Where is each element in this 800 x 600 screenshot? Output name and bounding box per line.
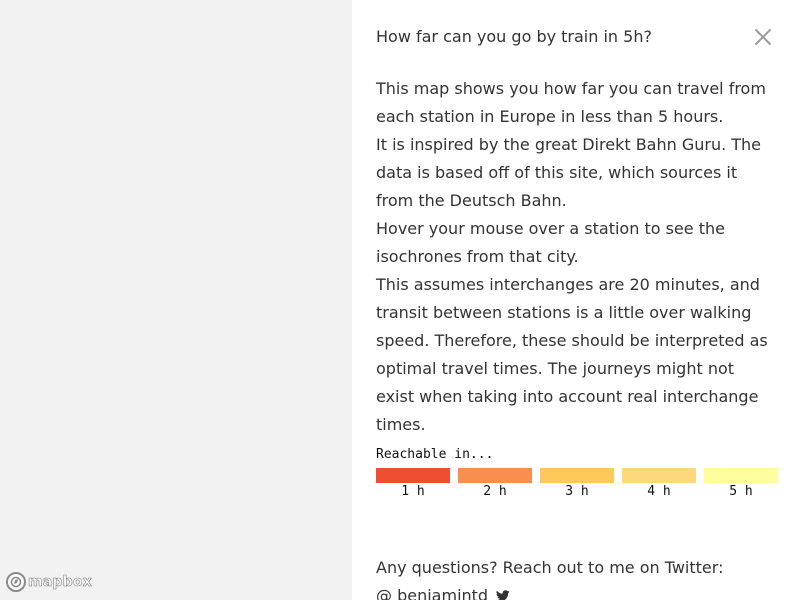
legend-label: 2 h (483, 484, 507, 499)
paragraph-inspiration: It is inspired by the great Direkt Bahn … (376, 135, 762, 210)
legend-label: 1 h (401, 484, 425, 499)
legend-label: 5 h (729, 484, 753, 499)
legend-item-2h: 2 h (458, 468, 532, 501)
twitter-link[interactable]: @ benjamintd (376, 582, 776, 600)
info-panel: How far can you go by train in 5h? This … (352, 0, 800, 600)
mapbox-glyph-icon (6, 572, 26, 592)
legend-swatch (622, 468, 696, 483)
legend-swatch (704, 468, 778, 483)
legend-swatch (458, 468, 532, 483)
map-canvas[interactable]: mapbox (0, 0, 352, 600)
legend-item-4h: 4 h (622, 468, 696, 501)
twitter-handle[interactable]: @ benjamintd (376, 582, 488, 600)
description: This map shows you how far you can trave… (376, 75, 776, 439)
legend-label: 3 h (565, 484, 589, 499)
contact-text: Any questions? Reach out to me on Twitte… (376, 558, 724, 577)
legend-swatch (376, 468, 450, 483)
paragraph-assumptions: This assumes interchanges are 20 minutes… (376, 275, 768, 434)
twitter-icon[interactable] (496, 590, 510, 600)
legend-item-3h: 3 h (540, 468, 614, 501)
close-icon[interactable] (754, 28, 774, 48)
mapbox-logo[interactable]: mapbox (6, 572, 92, 592)
mapbox-logo-text: mapbox (28, 574, 92, 591)
legend-item-5h: 5 h (704, 468, 778, 501)
paragraph-intro: This map shows you how far you can trave… (376, 79, 766, 126)
panel-title: How far can you go by train in 5h? (376, 27, 652, 46)
legend-item-1h: 1 h (376, 468, 450, 501)
legend-title: Reachable in... (376, 447, 494, 462)
legend-swatch (540, 468, 614, 483)
paragraph-hover-hint: Hover your mouse over a station to see t… (376, 219, 725, 266)
contact: Any questions? Reach out to me on Twitte… (376, 554, 776, 600)
legend: Reachable in... 1 h 2 h 3 h 4 h 5 h (376, 446, 778, 501)
legend-scale: 1 h 2 h 3 h 4 h 5 h (376, 468, 778, 501)
legend-label: 4 h (647, 484, 671, 499)
